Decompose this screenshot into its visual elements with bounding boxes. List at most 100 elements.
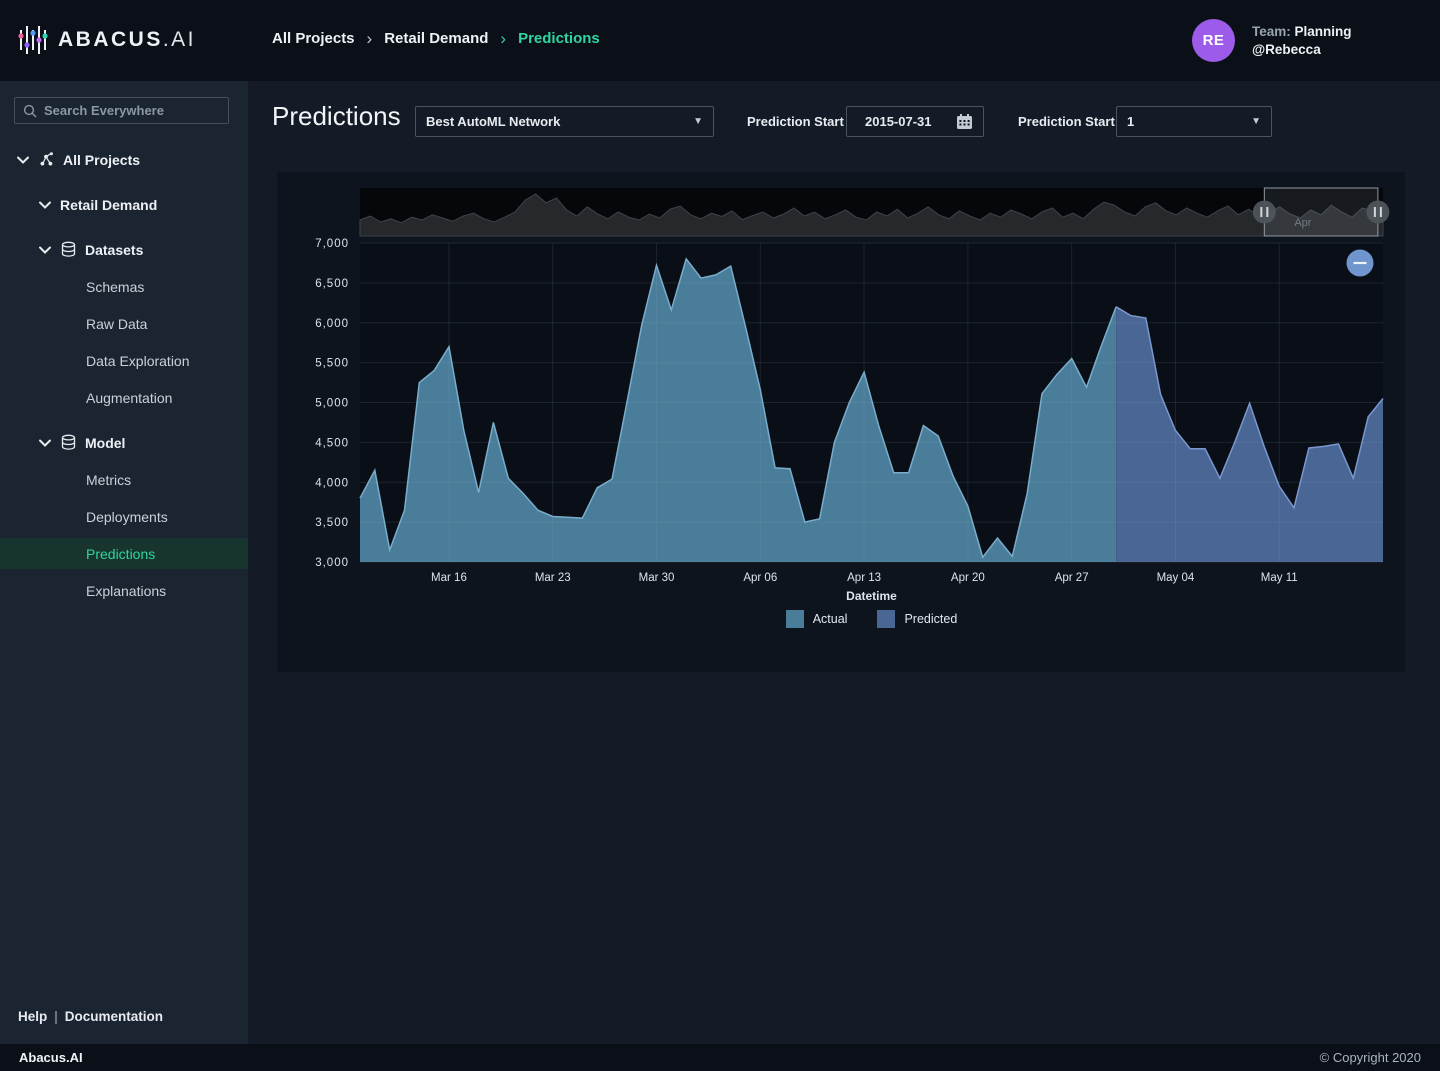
breadcrumb-chevron-icon: › [367,31,373,46]
sidebar-item-label: Datasets [85,242,143,258]
search-icon [23,104,37,118]
breadcrumb-chevron-icon: › [500,31,506,46]
model-select[interactable]: Best AutoML Network ▼ [415,106,714,137]
sidebar-item-deployments[interactable]: Deployments [0,498,248,535]
sidebar-item-retail-demand[interactable]: Retail Demand [0,186,248,223]
search-input[interactable] [44,103,220,118]
username: @Rebecca [1252,42,1321,57]
svg-text:Apr 20: Apr 20 [951,572,985,584]
svg-text:4,000: 4,000 [315,477,349,489]
predicted-area [1116,307,1383,562]
zoom-out-button[interactable] [1347,250,1374,277]
legend-item-actual[interactable]: Actual [786,610,848,628]
sidebar-item-label: Schemas [86,279,144,295]
breadcrumb-item-predictions[interactable]: Predictions [518,30,600,47]
chevron-down-icon[interactable] [38,245,52,255]
sidebar-item-label: Metrics [86,472,131,488]
database-icon [60,434,77,451]
sidebar-item-label: Deployments [86,509,168,525]
svg-text:Apr 27: Apr 27 [1055,572,1089,584]
svg-text:5,000: 5,000 [315,398,349,410]
footer-copyright: © Copyright 2020 [1320,1050,1421,1065]
sidebar-item-label: Augmentation [86,390,172,406]
predictions-chart-panel: Apr3,0003,5004,0004,5005,0005,5006,0006,… [277,172,1405,672]
breadcrumb: All Projects › Retail Demand › Predictions [272,30,600,47]
sidebar-item-label: Predictions [86,546,155,562]
navigator-selection[interactable] [1264,188,1378,236]
navigator-handle-right[interactable] [1366,201,1389,224]
breadcrumb-item-all-projects[interactable]: All Projects [272,30,355,47]
y-axis-labels: 3,0003,5004,0004,5005,0005,5006,0006,500… [315,238,349,569]
svg-text:Apr 13: Apr 13 [847,572,881,584]
actual-area [360,259,1116,562]
sidebar-footer: Help|Documentation [18,1009,163,1024]
footer-brand: Abacus.AI [19,1050,83,1065]
projects-icon [38,151,55,168]
sidebar-nav: All Projects Retail Demand Datasets Schemas… [0,141,248,609]
prediction-start-date-label: Prediction Start [747,114,844,129]
sidebar-item-model[interactable]: Model [0,424,248,461]
chevron-down-icon[interactable] [38,438,52,448]
logo-brand: ABACUS [58,28,163,51]
abacus-app: ABACUS.AI All Projects › Retail Demand › Pre… [0,0,1440,1071]
caret-down-icon: ▼ [1251,116,1261,127]
avatar[interactable]: RE [1192,19,1235,62]
svg-text:3,500: 3,500 [315,517,349,529]
sidebar-item-augmentation[interactable]: Augmentation [0,379,248,416]
svg-text:May 04: May 04 [1157,572,1195,584]
sidebar: All Projects Retail Demand Datasets Schemas… [0,81,248,1044]
legend-swatch-predicted [877,610,895,628]
sidebar-item-label: Retail Demand [60,197,157,213]
chart-legend: Actual Predicted [360,610,1383,628]
x-axis-title: Datetime [360,589,1383,603]
database-icon [60,241,77,258]
team-label: Team: [1252,24,1291,39]
bottom-bar: Abacus.AI © Copyright 2020 [0,1044,1440,1071]
sidebar-item-label: All Projects [63,152,140,168]
model-select-value: Best AutoML Network [426,114,560,129]
sidebar-item-explanations[interactable]: Explanations [0,572,248,609]
prediction-start-date-input[interactable]: 2015-07-31 [846,106,984,137]
sidebar-item-all-projects[interactable]: All Projects [0,141,248,178]
svg-text:6,500: 6,500 [315,278,349,290]
svg-text:Mar 16: Mar 16 [431,572,467,584]
legend-label: Actual [813,612,848,626]
help-link[interactable]: Help [18,1009,47,1024]
legend-swatch-actual [786,610,804,628]
sidebar-item-data-exploration[interactable]: Data Exploration [0,342,248,379]
sidebar-item-schemas[interactable]: Schemas [0,268,248,305]
svg-text:Mar 30: Mar 30 [639,572,675,584]
navigator-handle-left[interactable] [1253,201,1276,224]
search-box[interactable] [14,97,229,124]
legend-item-predicted[interactable]: Predicted [877,610,957,628]
sidebar-item-label: Model [85,435,125,451]
sidebar-item-predictions[interactable]: Predictions [0,538,248,569]
sidebar-item-datasets[interactable]: Datasets [0,231,248,268]
page-title: Predictions [272,101,401,132]
breadcrumb-item-retail-demand[interactable]: Retail Demand [384,30,488,47]
prediction-start-count-value: 1 [1127,114,1134,129]
prediction-start-count-select[interactable]: 1 ▼ [1116,106,1272,137]
calendar-icon[interactable] [956,113,973,130]
user-meta: Team: Planning @Rebecca [1252,23,1352,59]
abacus-logo[interactable]: ABACUS.AI [18,24,196,56]
legend-label: Predicted [904,612,957,626]
sidebar-item-metrics[interactable]: Metrics [0,461,248,498]
sidebar-item-label: Raw Data [86,316,147,332]
navigator-month-label: Apr [1294,217,1311,229]
chevron-down-icon[interactable] [38,200,52,210]
sidebar-item-raw-data[interactable]: Raw Data [0,305,248,342]
svg-text:Mar 23: Mar 23 [535,572,571,584]
x-axis-labels: Mar 16Mar 23Mar 30Apr 06Apr 13Apr 20Apr … [431,572,1298,584]
svg-text:4,500: 4,500 [315,437,349,449]
svg-text:6,000: 6,000 [315,318,349,330]
user-menu[interactable]: RE Team: Planning @Rebecca [1192,19,1352,62]
navigator[interactable]: Apr [360,188,1389,236]
chevron-down-icon[interactable] [16,155,30,165]
prediction-start-date-value: 2015-07-31 [857,114,956,129]
sidebar-item-label: Data Exploration [86,353,190,369]
documentation-link[interactable]: Documentation [65,1009,163,1024]
svg-text:7,000: 7,000 [315,238,349,250]
prediction-start-count-label: Prediction Start [1018,114,1115,129]
team-name: Planning [1295,24,1352,39]
